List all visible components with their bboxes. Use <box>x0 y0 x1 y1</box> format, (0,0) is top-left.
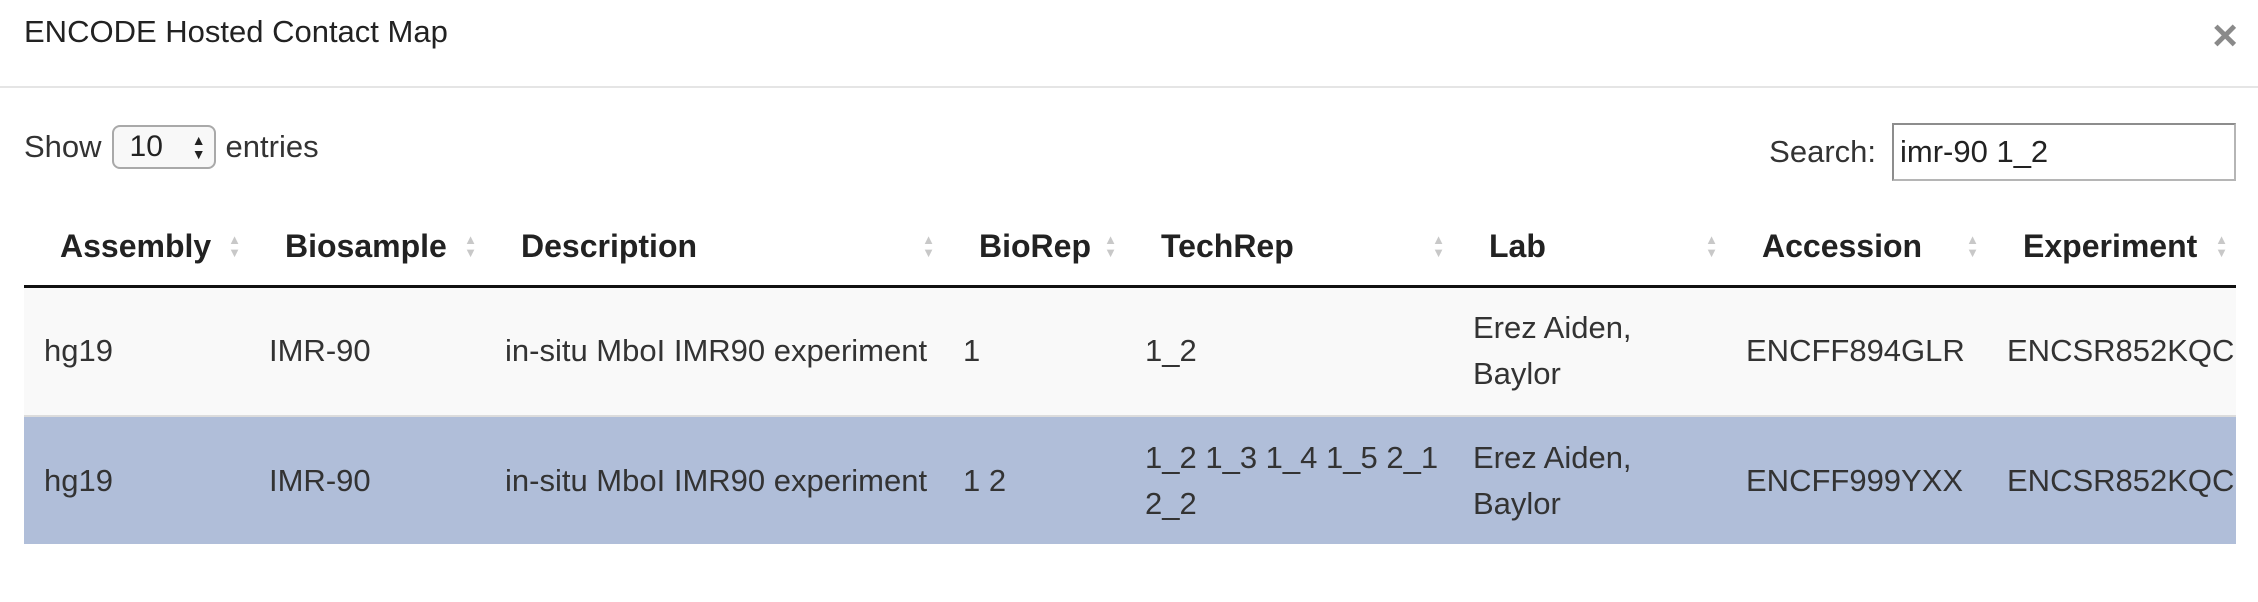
close-icon[interactable]: × <box>2212 14 2238 58</box>
select-arrows-icon: ▲ ▼ <box>191 132 206 162</box>
entries-per-page-select[interactable]: 10 ▲ ▼ <box>111 125 216 169</box>
search-label: Search: <box>1769 134 1876 169</box>
column-header-biosample[interactable]: Biosample ▲ ▼ <box>249 208 485 288</box>
cell-biorep: 1 <box>943 286 1125 417</box>
show-label: Show <box>24 129 102 164</box>
search-input[interactable] <box>1892 123 2236 181</box>
entries-length-control: Show 10 ▲ ▼ entries <box>24 124 319 170</box>
column-header-accession[interactable]: Accession ▲ ▼ <box>1726 208 1987 288</box>
sort-icon: ▲ ▼ <box>1432 232 1445 261</box>
column-header-assembly[interactable]: Assembly ▲ ▼ <box>24 208 249 288</box>
cell-description: in-situ MboI IMR90 experiment <box>485 286 943 417</box>
sort-icon: ▲ ▼ <box>1104 232 1117 261</box>
cell-techrep: 1_2 <box>1125 286 1453 417</box>
sort-icon: ▲ ▼ <box>1966 232 1979 261</box>
column-header-label: Accession <box>1762 227 1923 264</box>
table-body: hg19 IMR-90 in-situ MboI IMR90 experiment 1… <box>24 286 2236 544</box>
entries-per-page-value: 10 <box>129 130 163 163</box>
modal-header: ENCODE Hosted Contact Map × <box>0 0 2258 88</box>
cell-lab: Erez Aiden, Baylor <box>1453 286 1726 417</box>
column-header-lab[interactable]: Lab ▲ ▼ <box>1453 208 1726 288</box>
column-header-techrep[interactable]: TechRep ▲ ▼ <box>1125 208 1453 288</box>
sort-icon: ▲ ▼ <box>464 232 477 261</box>
cell-assembly: hg19 <box>24 286 249 417</box>
sort-icon: ▲ ▼ <box>228 232 241 261</box>
column-header-label: Biosample <box>285 227 447 264</box>
cell-lab: Erez Aiden, Baylor <box>1453 416 1726 544</box>
column-header-biorep[interactable]: BioRep ▲ ▼ <box>943 208 1125 288</box>
column-header-label: Lab <box>1489 227 1546 264</box>
results-table: Assembly ▲ ▼ Biosample ▲ ▼ Description ▲ ▼ BioRep… <box>24 208 2236 544</box>
table-row[interactable]: hg19 IMR-90 in-situ MboI IMR90 experiment 1… <box>24 286 2236 417</box>
cell-accession: ENCFF999YXX <box>1726 416 1987 544</box>
table-row[interactable]: hg19 IMR-90 in-situ MboI IMR90 experiment 1… <box>24 416 2236 544</box>
cell-biosample: IMR-90 <box>249 286 485 417</box>
cell-assembly: hg19 <box>24 416 249 544</box>
cell-biorep: 1 2 <box>943 416 1125 544</box>
table-header-row: Assembly ▲ ▼ Biosample ▲ ▼ Description ▲ ▼ BioRep… <box>24 208 2236 288</box>
search-control: Search: <box>1769 122 2236 182</box>
column-header-experiment[interactable]: Experiment ▲ ▼ <box>1987 208 2236 288</box>
entries-label: entries <box>225 129 319 164</box>
column-header-label: Assembly <box>60 227 212 264</box>
sort-icon: ▲ ▼ <box>2215 232 2228 261</box>
column-header-description[interactable]: Description ▲ ▼ <box>485 208 943 288</box>
sort-icon: ▲ ▼ <box>1705 232 1718 261</box>
column-header-label: BioRep <box>979 227 1091 264</box>
cell-techrep: 1_2 1_3 1_4 1_5 2_1 2_2 <box>1125 416 1453 544</box>
cell-experiment: ENCSR852KQC <box>1987 286 2236 417</box>
column-header-label: Description <box>521 227 698 264</box>
cell-accession: ENCFF894GLR <box>1726 286 1987 417</box>
cell-experiment: ENCSR852KQC <box>1987 416 2236 544</box>
column-header-label: Experiment <box>2023 227 2198 264</box>
modal-title: ENCODE Hosted Contact Map <box>24 14 448 49</box>
cell-description: in-situ MboI IMR90 experiment <box>485 416 943 544</box>
sort-icon: ▲ ▼ <box>922 232 935 261</box>
cell-biosample: IMR-90 <box>249 416 485 544</box>
column-header-label: TechRep <box>1161 227 1294 264</box>
